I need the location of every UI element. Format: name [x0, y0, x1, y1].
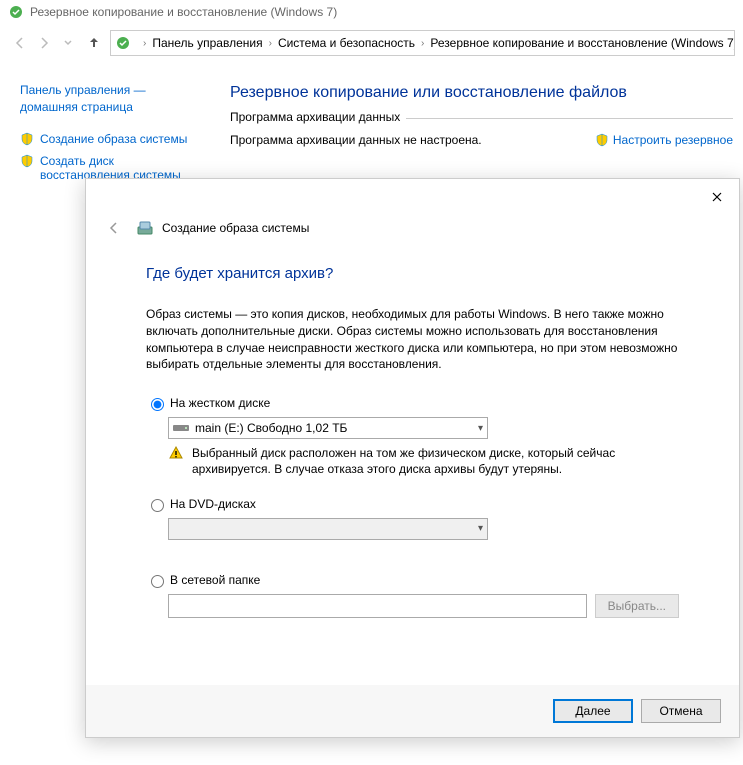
option-hdd: На жестком диске main (E:) Свободно 1,02… — [146, 395, 679, 477]
app-icon — [115, 35, 131, 51]
breadcrumb-item[interactable]: Резервное копирование и восстановление (… — [430, 36, 735, 50]
browse-button[interactable]: Выбрать... — [595, 594, 679, 618]
configure-backup-label: Настроить резервное — [613, 133, 733, 147]
app-icon — [8, 4, 24, 20]
network-path-input[interactable] — [168, 594, 587, 618]
configure-backup-link[interactable]: Настроить резервное — [595, 133, 733, 147]
chevron-down-icon: ▾ — [478, 423, 483, 434]
chevron-right-icon: › — [263, 38, 278, 49]
cancel-button[interactable]: Отмена — [641, 699, 721, 723]
warning-icon — [168, 445, 184, 477]
breadcrumb[interactable]: › Панель управления › Система и безопасн… — [110, 30, 735, 56]
sidebar-link-label: Создание образа системы — [40, 132, 187, 146]
dialog-description: Образ системы — это копия дисков, необхо… — [146, 306, 679, 373]
breadcrumb-item[interactable]: Система и безопасность — [278, 36, 415, 50]
backup-status-text: Программа архивации данных не настроена. — [230, 133, 482, 147]
hdd-drive-value: main (E:) Свободно 1,02 ТБ — [195, 421, 347, 435]
create-image-dialog: Создание образа системы Где будет хранит… — [85, 178, 740, 738]
dialog-back-button[interactable] — [106, 220, 122, 236]
option-network: В сетевой папке Выбрать... — [146, 572, 679, 618]
option-network-label: В сетевой папке — [170, 573, 260, 587]
chevron-right-icon: › — [137, 38, 152, 49]
shield-icon — [20, 154, 34, 168]
nav-row: › Панель управления › Система и безопасн… — [0, 24, 743, 66]
nav-back-button[interactable] — [8, 31, 32, 55]
option-hdd-radio-input[interactable] — [151, 398, 164, 411]
nav-recent-dropdown[interactable] — [56, 31, 80, 55]
page-heading: Резервное копирование или восстановление… — [230, 84, 733, 102]
chevron-down-icon: ▾ — [478, 523, 483, 534]
option-dvd-radio-input[interactable] — [151, 499, 164, 512]
option-dvd: На DVD-дисках ▾ — [146, 496, 679, 540]
window-title: Резервное копирование и восстановление (… — [30, 5, 337, 19]
hdd-warning-text: Выбранный диск расположен на том же физи… — [192, 445, 679, 477]
hdd-warning: Выбранный диск расположен на том же физи… — [168, 445, 679, 477]
breadcrumb-item[interactable]: Панель управления — [152, 36, 262, 50]
sidebar-home-line2: домашняя страница — [20, 100, 133, 114]
drive-icon — [173, 423, 189, 433]
backup-groupbox: Программа архивации данных Программа арх… — [230, 118, 733, 147]
shield-icon — [595, 133, 609, 147]
option-dvd-label: На DVD-дисках — [170, 497, 256, 511]
dialog-header-title: Создание образа системы — [162, 221, 309, 235]
sidebar-home-line1: Панель управления — — [20, 83, 146, 97]
window-titlebar: Резервное копирование и восстановление (… — [0, 0, 743, 24]
nav-forward-button[interactable] — [32, 31, 56, 55]
hdd-drive-select[interactable]: main (E:) Свободно 1,02 ТБ ▾ — [168, 417, 488, 439]
sidebar-link-create-image[interactable]: Создание образа системы — [20, 132, 192, 146]
dialog-heading: Где будет хранится архив? — [146, 265, 679, 282]
option-network-radio[interactable]: В сетевой папке — [146, 572, 679, 588]
option-hdd-label: На жестком диске — [170, 396, 270, 410]
backup-icon — [136, 219, 154, 237]
groupbox-legend: Программа архивации данных — [230, 110, 406, 124]
dialog-close-button[interactable] — [701, 185, 733, 209]
control-panel-home-link[interactable]: Панель управления — домашняя страница — [20, 82, 192, 116]
dvd-drive-select: ▾ — [168, 518, 488, 540]
option-hdd-radio[interactable]: На жестком диске — [146, 395, 679, 411]
option-network-radio-input[interactable] — [151, 575, 164, 588]
next-button[interactable]: Далее — [553, 699, 633, 723]
chevron-right-icon: › — [415, 38, 430, 49]
shield-icon — [20, 132, 34, 146]
nav-up-button[interactable] — [86, 35, 102, 51]
option-dvd-radio[interactable]: На DVD-дисках — [146, 496, 679, 512]
dialog-button-row: Далее Отмена — [86, 685, 739, 737]
